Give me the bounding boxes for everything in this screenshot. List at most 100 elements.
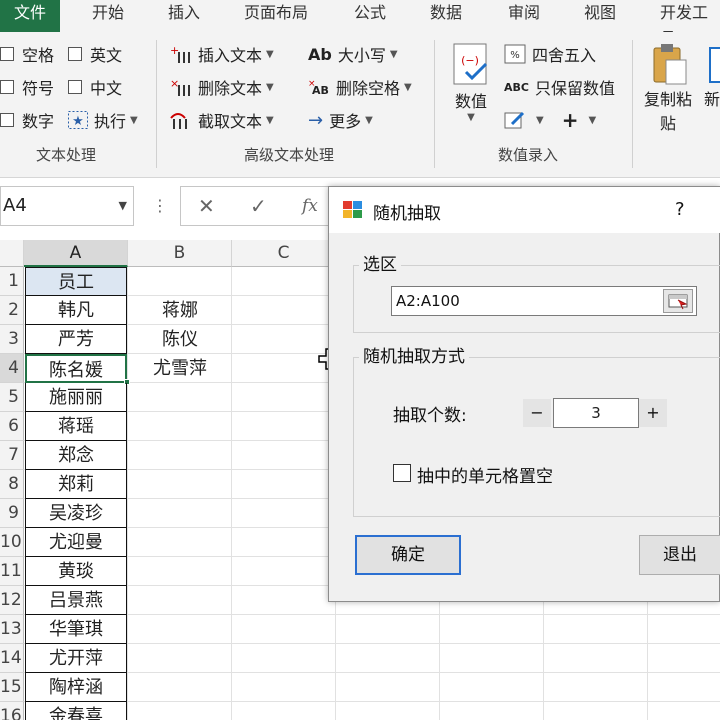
delete-spaces-button[interactable]: × AB 删除空格 ▼ [308, 75, 412, 99]
ok-button[interactable]: 确定 [355, 535, 461, 575]
row-header[interactable]: 2 [0, 296, 24, 325]
cell-a[interactable]: 严芳 [25, 325, 127, 354]
cell-a[interactable]: 黄琰 [25, 557, 127, 586]
tab-formulas[interactable]: 公式 [354, 0, 386, 32]
checkbox-chinese[interactable]: 中文 [68, 75, 122, 99]
cut-text-button[interactable]: 截取文本 ▼ [170, 108, 274, 132]
row-header[interactable]: 7 [0, 441, 24, 470]
dialog-title: 随机抽取 [373, 204, 441, 224]
row-header[interactable]: 13 [0, 615, 24, 644]
row-header[interactable]: 16 [0, 702, 24, 720]
tab-review[interactable]: 审阅 [508, 0, 540, 32]
row-header[interactable]: 9 [0, 499, 24, 528]
confirm-icon[interactable]: ✓ [250, 186, 267, 226]
range-picker-button[interactable] [663, 289, 693, 313]
cut-text-icon [170, 110, 192, 130]
cell-a[interactable]: 蒋瑶 [25, 412, 127, 441]
group-divider [156, 40, 157, 168]
cell-a[interactable]: 韩凡 [25, 296, 127, 325]
cell-a[interactable]: 金春喜 [25, 702, 127, 720]
row-gridline [24, 643, 720, 644]
row-header[interactable]: 4 [0, 354, 24, 383]
chevron-down-icon[interactable]: ▼ [536, 115, 544, 126]
more-button[interactable]: → 更多 ▼ [308, 108, 373, 132]
checkbox-box [0, 80, 14, 94]
row-header[interactable]: 8 [0, 470, 24, 499]
round-button[interactable]: % 四舍五入 [504, 42, 596, 66]
tab-view[interactable]: 视图 [584, 0, 616, 32]
count-plus-button[interactable]: + [639, 399, 667, 427]
row-header[interactable]: 3 [0, 325, 24, 354]
insert-text-button[interactable]: + 插入文本 ▼ [170, 42, 274, 66]
plus-icon[interactable]: + [562, 108, 579, 132]
chevron-down-icon[interactable]: ▼ [119, 187, 127, 225]
tab-developer[interactable]: 开发工具 [660, 0, 720, 48]
edit-grid-icon[interactable] [504, 110, 526, 130]
column-header-a[interactable]: A [24, 240, 128, 267]
method-group [353, 357, 720, 517]
cell-a[interactable]: 郑念 [25, 441, 127, 470]
cell-a[interactable]: 陈名媛 [25, 354, 127, 383]
checkbox-space[interactable]: 空格 [0, 42, 54, 66]
checkbox-english[interactable]: 英文 [68, 42, 122, 66]
checkbox-box [68, 80, 82, 94]
cell-b[interactable]: 陈仪 [128, 325, 232, 354]
checkbox-number[interactable]: 数字 [0, 108, 54, 132]
row-header[interactable]: 14 [0, 644, 24, 673]
checkbox-symbol[interactable]: 符号 [0, 75, 54, 99]
row-header[interactable]: 6 [0, 412, 24, 441]
tab-page-layout[interactable]: 页面布局 [244, 0, 308, 32]
count-minus-button[interactable]: − [523, 399, 551, 427]
select-all-corner[interactable] [0, 240, 24, 267]
group-divider [434, 40, 435, 168]
dialog-titlebar[interactable]: 随机抽取 ? [329, 187, 720, 233]
tab-home[interactable]: 开始 [92, 0, 124, 32]
method-legend: 随机抽取方式 [359, 342, 469, 367]
column-header-c[interactable]: C [232, 240, 336, 267]
cell-a[interactable]: 尤开萍 [25, 644, 127, 673]
count-input[interactable]: 3 [553, 398, 639, 428]
tab-insert[interactable]: 插入 [168, 0, 200, 32]
cell-b[interactable]: 尤雪萍 [128, 354, 232, 383]
insert-text-label: 插入文本 [198, 46, 263, 65]
cancel-icon[interactable]: ✕ [198, 186, 215, 226]
execute-button[interactable]: ★ 执行 ▼ [68, 108, 138, 132]
keep-value-button[interactable]: ABC 只保留数值 [504, 75, 615, 99]
checkbox-box [68, 47, 82, 61]
exit-button[interactable]: 退出 [639, 535, 720, 575]
row-header[interactable]: 11 [0, 557, 24, 586]
cell-a[interactable]: 华筆琪 [25, 615, 127, 644]
help-icon[interactable]: ? [675, 199, 685, 220]
clear-cells-checkbox[interactable] [393, 464, 411, 482]
arrow-right-icon: → [308, 109, 324, 131]
row-header[interactable]: 5 [0, 383, 24, 412]
column-header-b[interactable]: B [128, 240, 232, 267]
cell-b[interactable]: 蒋娜 [128, 296, 232, 325]
new-button[interactable]: 新 [704, 42, 720, 110]
case-button[interactable]: Ab 大小写 ▼ [308, 42, 398, 66]
cell-a[interactable]: 陶梓涵 [25, 673, 127, 702]
tab-file[interactable]: 文件 [0, 0, 61, 32]
range-input[interactable]: A2:A100 [391, 286, 697, 316]
number-button[interactable]: (−) 数值 ▼ [450, 42, 492, 123]
copy-paste-button[interactable]: 复制粘 贴 [644, 42, 692, 134]
random-pick-dialog: 随机抽取 ? 选区 A2:A100 随机抽取方式 抽取个数: − 3 + 抽中的… [328, 186, 720, 602]
name-box[interactable]: A4 ▼ [0, 186, 134, 226]
tab-data[interactable]: 数据 [430, 0, 462, 32]
number-tools: ▼ + ▼ [504, 108, 596, 132]
fx-icon[interactable]: fx [302, 186, 318, 226]
cell-a[interactable]: 吴凌珍 [25, 499, 127, 528]
row-header[interactable]: 1 [0, 267, 24, 296]
row-header[interactable]: 15 [0, 673, 24, 702]
cell-a[interactable]: 施丽丽 [25, 383, 127, 412]
cell-a[interactable]: 员工 [25, 267, 127, 296]
row-header[interactable]: 12 [0, 586, 24, 615]
row-header[interactable]: 10 [0, 528, 24, 557]
cell-a[interactable]: 郑莉 [25, 470, 127, 499]
more-options-icon[interactable]: ⋮ [152, 186, 168, 226]
svg-text:×: × [170, 77, 179, 90]
cell-a[interactable]: 尤迎曼 [25, 528, 127, 557]
cell-a[interactable]: 吕景燕 [25, 586, 127, 615]
chevron-down-icon[interactable]: ▼ [588, 115, 596, 126]
delete-text-button[interactable]: × 删除文本 ▼ [170, 75, 274, 99]
